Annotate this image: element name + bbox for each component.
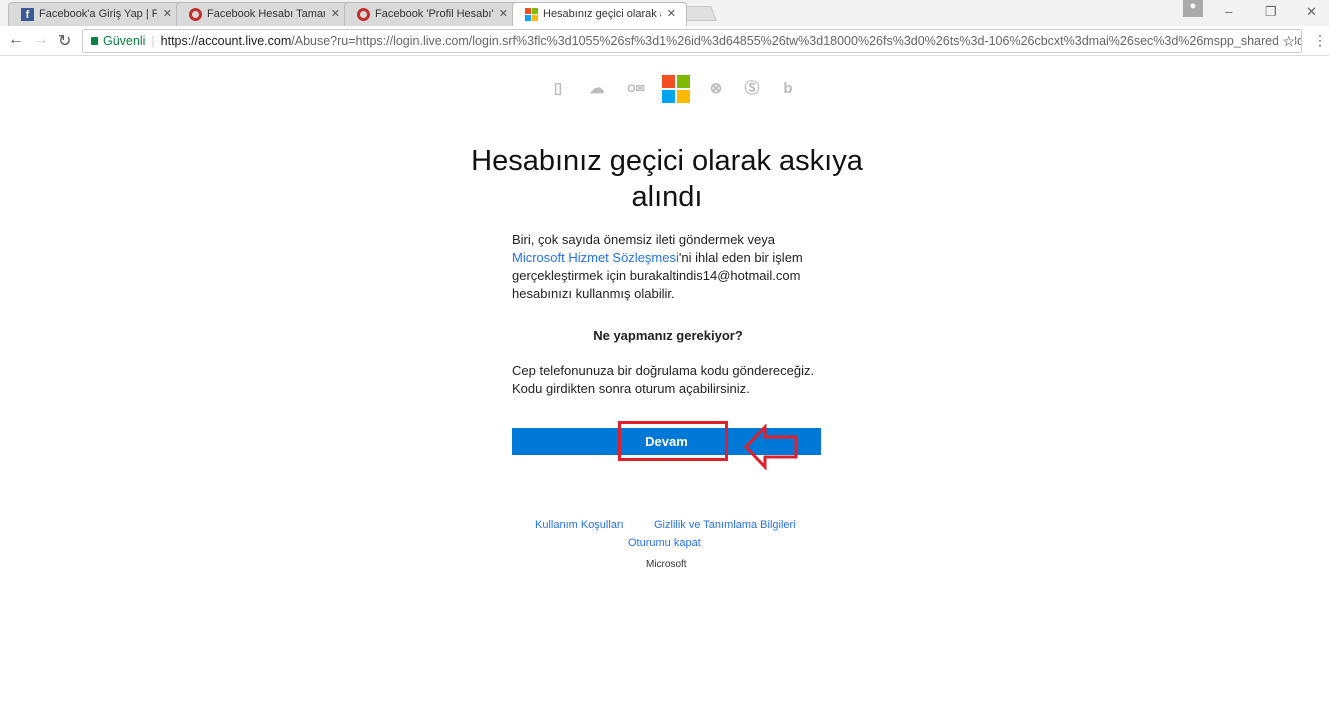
close-window-button[interactable]: ✕	[1306, 4, 1317, 20]
what-to-do-heading: Ne yapmanız gerekiyor?	[593, 328, 743, 343]
microsoft-logo	[662, 75, 690, 103]
opera-icon	[357, 8, 370, 21]
tab-facebook-login[interactable]: f Facebook'a Giriş Yap | Fa ✕	[8, 2, 183, 26]
tab-bar: f Facebook'a Giriş Yap | Fa ✕ Facebook He…	[0, 0, 1329, 26]
reload-button[interactable]: ↻	[58, 31, 71, 51]
highlight-box	[618, 421, 728, 461]
arrow-annotation-icon	[743, 424, 798, 470]
close-tab-icon[interactable]: ✕	[331, 7, 340, 20]
footer-brand: Microsoft	[646, 559, 687, 570]
restore-button[interactable]: ❐	[1265, 4, 1277, 20]
close-tab-icon[interactable]: ✕	[499, 7, 508, 20]
office-icon: ▯	[553, 80, 563, 97]
service-agreement-link[interactable]: Microsoft Hizmet Sözleşmesi	[512, 250, 679, 265]
bookmark-star-icon[interactable]: ☆	[1278, 33, 1295, 50]
page-title: Hesabınız geçici olarak askıya alındı	[471, 145, 863, 213]
forward-button[interactable]: →	[33, 31, 49, 49]
back-button[interactable]: ←	[8, 31, 24, 49]
close-tab-icon[interactable]: ✕	[163, 7, 172, 20]
profile-icon[interactable]: ●	[1183, 0, 1203, 17]
skype-icon: Ⓢ	[744, 80, 760, 97]
microsoft-icon	[525, 8, 538, 21]
address-bar[interactable]: Güvenli | https://account.live.com/Abuse?r…	[82, 29, 1302, 53]
onedrive-icon: ☁	[589, 80, 605, 97]
bing-icon: b	[783, 80, 793, 97]
lock-icon	[91, 37, 98, 45]
privacy-link[interactable]: Gizlilik ve Tanımlama Bilgileri	[654, 519, 796, 531]
tab-microsoft-active[interactable]: Hesabınız geçici olarak a ✕	[512, 2, 687, 26]
sign-out-link[interactable]: Oturumu kapat	[628, 537, 701, 549]
minimize-button[interactable]: –	[1225, 4, 1232, 19]
tab-facebook-profile[interactable]: Facebook 'Profil Hesabı' ✕	[344, 2, 519, 26]
menu-icon[interactable]: ⋮	[1313, 32, 1327, 49]
opera-icon	[189, 8, 202, 21]
close-tab-icon[interactable]: ✕	[667, 7, 676, 20]
xbox-icon: ⊗	[709, 80, 723, 97]
tab-facebook-account[interactable]: Facebook Hesabı Tamam ✕	[176, 2, 351, 26]
microsoft-services-icons: ▯ ☁ O✉ ⊗ Ⓢ b	[548, 75, 814, 103]
facebook-icon: f	[21, 8, 34, 21]
browser-toolbar: ← → ↻ Güvenli | https://account.live.com/A…	[0, 26, 1329, 56]
explanation-text: Biri, çok sayıda önemsiz ileti göndermek…	[512, 232, 803, 301]
outlook-icon: O✉	[627, 83, 645, 95]
terms-link[interactable]: Kullanım Koşulları	[535, 519, 624, 531]
instructions-text: Cep telefonunuza bir doğrulama kodu gönd…	[512, 363, 815, 396]
